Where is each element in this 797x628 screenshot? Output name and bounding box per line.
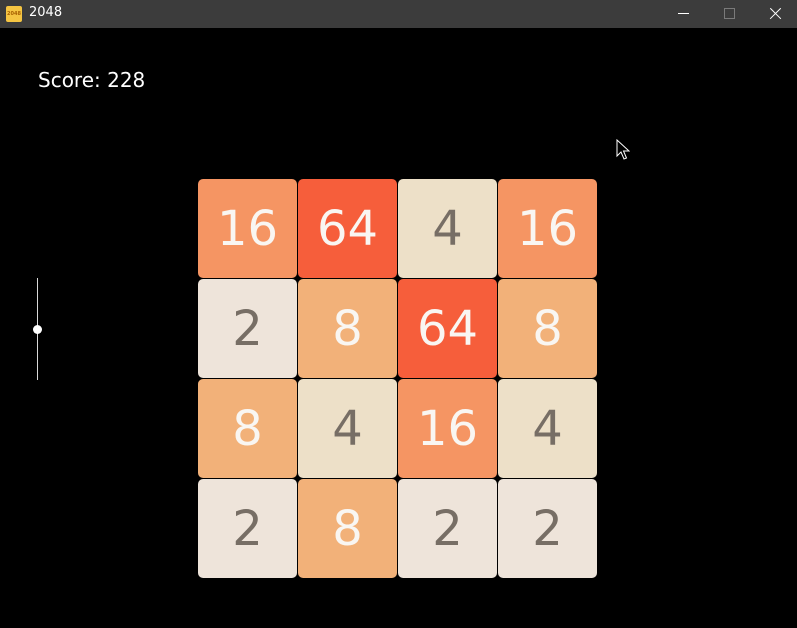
- tile: 8: [198, 379, 297, 478]
- maximize-button[interactable]: [706, 0, 752, 28]
- tile: 2: [398, 479, 497, 578]
- close-button[interactable]: [752, 0, 797, 28]
- tile: 64: [398, 279, 497, 378]
- tile: 4: [298, 379, 397, 478]
- tile: 8: [498, 279, 597, 378]
- mouse-cursor-icon: [616, 139, 630, 160]
- tile: 8: [298, 279, 397, 378]
- tile: 4: [498, 379, 597, 478]
- tile: 64: [298, 179, 397, 278]
- tile: 16: [398, 379, 497, 478]
- vertical-slider[interactable]: [32, 278, 44, 380]
- minimize-button[interactable]: [660, 0, 706, 28]
- tile: 4: [398, 179, 497, 278]
- tile: 16: [498, 179, 597, 278]
- tile: 16: [198, 179, 297, 278]
- tile: 2: [498, 479, 597, 578]
- slider-thumb[interactable]: [33, 324, 42, 334]
- window-title: 2048: [29, 5, 63, 20]
- tile: 2: [198, 279, 297, 378]
- tile: 2: [198, 479, 297, 578]
- app-icon: 2048: [6, 6, 22, 22]
- title-bar: 2048 2048: [0, 0, 797, 28]
- score-label: Score: 228: [38, 68, 146, 92]
- game-board[interactable]: 16 64 4 16 2 8 64 8 8 4 16 4 2 8 2 2: [198, 179, 598, 579]
- tile: 8: [298, 479, 397, 578]
